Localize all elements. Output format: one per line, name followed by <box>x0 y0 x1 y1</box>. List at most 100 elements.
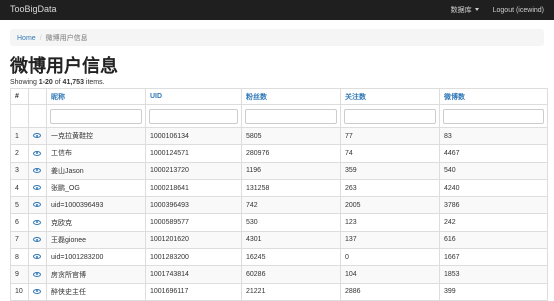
row-follows: 74 <box>340 144 440 163</box>
eye-icon[interactable] <box>33 254 41 260</box>
row-follows: 359 <box>340 161 440 180</box>
row-fans: 5805 <box>241 126 341 146</box>
table-row: 1 一克拉黄鞋控 1000106134 5805 77 83 <box>10 126 548 146</box>
view-cell <box>28 265 47 284</box>
database-menu[interactable]: 数据库 <box>451 5 479 15</box>
row-nickname: 姜山Jason <box>46 161 146 180</box>
row-weibos: 4240 <box>439 178 548 198</box>
view-cell <box>28 178 47 198</box>
row-follows: 2886 <box>340 282 440 301</box>
row-index: 6 <box>10 213 29 232</box>
users-table: # 昵称 UID 粉丝数 关注数 微博数 1 一克拉黄鞋控 1000106134 58… <box>10 88 548 301</box>
row-weibos: 616 <box>439 230 548 250</box>
summary-total: 41,753 <box>62 79 84 86</box>
table-row: 7 王磊gionee 1001201620 4301 137 616 <box>10 230 548 250</box>
row-fans: 60286 <box>241 265 341 284</box>
view-cell <box>28 196 47 215</box>
summary-prefix: Showing <box>10 79 39 86</box>
summary-middle: of <box>52 79 63 86</box>
row-uid: 1001743814 <box>145 265 242 284</box>
eye-icon[interactable] <box>33 288 41 294</box>
row-nickname: 醉侠史主任 <box>46 282 146 301</box>
eye-icon[interactable] <box>33 219 41 225</box>
filter-cell-nickname <box>46 104 146 128</box>
eye-icon[interactable] <box>33 237 41 243</box>
sort-nickname-link[interactable]: 昵称 <box>51 94 65 101</box>
view-cell <box>28 248 47 267</box>
eye-icon[interactable] <box>33 150 41 156</box>
row-weibos: 399 <box>439 282 548 301</box>
eye-icon[interactable] <box>33 133 41 139</box>
eye-icon[interactable] <box>33 271 41 277</box>
row-index: 2 <box>10 144 29 163</box>
sort-weibos-link[interactable]: 微博数 <box>444 94 465 101</box>
breadcrumb-current: 微博用户信息 <box>45 35 88 42</box>
row-index: 10 <box>10 282 29 301</box>
logout-link[interactable]: Logout (icewind) <box>493 7 544 14</box>
filter-cell-fans <box>241 104 341 128</box>
eye-icon[interactable] <box>33 167 41 173</box>
table-body: 1 一克拉黄鞋控 1000106134 5805 77 83 2 工信布 1000124571 2… <box>10 126 548 301</box>
row-weibos: 540 <box>439 161 548 180</box>
summary-suffix: items. <box>83 79 105 86</box>
column-header-view <box>28 88 47 105</box>
filter-follows-input[interactable] <box>344 108 436 124</box>
row-nickname: 房贪所官博 <box>46 265 146 284</box>
row-nickname: 克欧克 <box>46 213 146 232</box>
filter-uid-input[interactable] <box>149 108 238 124</box>
table-row: 9 房贪所官博 1001743814 60286 104 1853 <box>10 265 548 284</box>
row-follows: 2005 <box>340 196 440 215</box>
view-cell <box>28 213 47 232</box>
filter-row <box>10 104 548 128</box>
filter-fans-input[interactable] <box>245 108 337 124</box>
filter-weibos-input[interactable] <box>443 108 544 124</box>
row-nickname: 王磊gionee <box>46 230 146 250</box>
row-follows: 0 <box>340 248 440 267</box>
row-index: 4 <box>10 178 29 198</box>
top-navbar: TooBigData 数据库 Logout (icewind) <box>0 0 554 20</box>
filter-cell-empty <box>10 104 29 128</box>
sort-uid-link[interactable]: UID <box>150 93 162 100</box>
column-header-fans: 粉丝数 <box>241 88 341 105</box>
view-cell <box>28 144 47 163</box>
page-title: 微博用户信息 <box>10 56 118 77</box>
brand-link[interactable]: TooBigData <box>10 4 57 14</box>
filter-cell-weibos <box>439 104 548 128</box>
table-row: 8 uid=1001283200 1001283200 16245 0 1667 <box>10 248 548 267</box>
row-fans: 1196 <box>241 161 341 180</box>
filter-cell-uid <box>145 104 242 128</box>
row-fans: 280976 <box>241 144 341 163</box>
column-header-follows: 关注数 <box>340 88 440 105</box>
breadcrumb-home[interactable]: Home <box>17 35 36 42</box>
view-cell <box>28 126 47 146</box>
table-header-row: # 昵称 UID 粉丝数 关注数 微博数 <box>10 88 548 105</box>
row-weibos: 3786 <box>439 196 548 215</box>
column-header-weibos: 微博数 <box>439 88 548 105</box>
caret-down-icon <box>474 8 479 11</box>
sort-follows-link[interactable]: 关注数 <box>345 94 366 101</box>
breadcrumb: Home / 微博用户信息 <box>10 29 544 46</box>
eye-icon[interactable] <box>33 202 41 208</box>
sort-fans-link[interactable]: 粉丝数 <box>246 94 267 101</box>
row-follows: 123 <box>340 213 440 232</box>
table-row: 3 姜山Jason 1000213720 1196 359 540 <box>10 161 548 180</box>
row-nickname: uid=1000396493 <box>46 196 146 215</box>
row-index: 3 <box>10 161 29 180</box>
row-uid: 1000213720 <box>145 161 242 180</box>
database-menu-label: 数据库 <box>450 7 472 14</box>
row-uid: 1001696117 <box>145 282 242 301</box>
row-fans: 530 <box>241 213 341 232</box>
table-row: 10 醉侠史主任 1001696117 21221 2886 399 <box>10 282 548 301</box>
filter-nickname-input[interactable] <box>50 108 142 124</box>
row-nickname: 工信布 <box>46 144 146 163</box>
eye-icon[interactable] <box>33 185 41 191</box>
row-weibos: 1667 <box>439 248 548 267</box>
row-weibos: 83 <box>439 126 548 146</box>
table-row: 5 uid=1000396493 1000396493 742 2005 3786 <box>10 196 548 215</box>
row-nickname: 一克拉黄鞋控 <box>46 126 146 146</box>
view-cell <box>28 282 47 301</box>
table-row: 2 工信布 1000124571 280976 74 4467 <box>10 144 548 163</box>
results-summary: Showing 1-20 of 41,753 items. <box>10 79 105 86</box>
column-header-index: # <box>10 88 29 105</box>
row-index: 7 <box>10 230 29 250</box>
